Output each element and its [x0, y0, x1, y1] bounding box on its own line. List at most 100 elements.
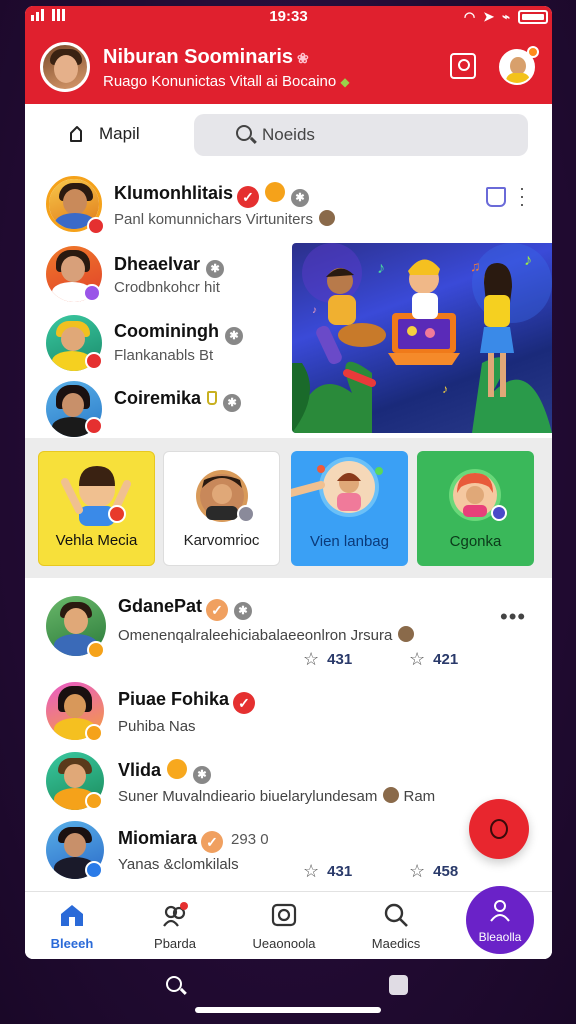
category-tile[interactable]: Cgonka — [417, 451, 534, 566]
party-illustration: ♪ ♫ ♪ ♪ ♪ — [292, 243, 552, 433]
status-bar: 19:33 ◠ ➤ ⌁ — [25, 6, 552, 28]
feed-text: Suner Muvalndieario biuelarylundesam — [118, 788, 378, 805]
status-badge — [85, 724, 103, 742]
flower-icon: ❀ — [297, 50, 309, 66]
story-name: Klumonhlitais — [114, 183, 234, 203]
star-icon: ☆ — [409, 649, 426, 669]
settings-icon: ✱ — [193, 766, 212, 784]
notification-badge — [527, 46, 539, 58]
battery-icon — [518, 10, 548, 24]
verified-icon: ✓ — [206, 599, 229, 621]
story-name: Coominingh — [114, 321, 219, 341]
settings-icon: ✱ — [206, 260, 225, 278]
share-count[interactable]: ☆ 421 — [409, 649, 458, 670]
feed-author: Miomiara — [118, 828, 198, 848]
tile-label: Karvomrioc — [183, 532, 260, 549]
search-icon — [236, 125, 252, 141]
profile-avatar[interactable] — [40, 42, 90, 92]
leaf-icon: ◆ — [340, 75, 350, 89]
svg-text:♪: ♪ — [442, 382, 448, 396]
app-header: 19:33 ◠ ➤ ⌁ Niburan Soominaris ❀ Ruago Ko… — [25, 6, 552, 104]
svg-text:♪: ♪ — [377, 260, 385, 277]
star-icon: ☆ — [409, 861, 426, 881]
settings-icon: ✱ — [224, 327, 243, 345]
header-title: Niburan Soominaris ❀ — [103, 46, 309, 68]
svg-text:♪: ♪ — [312, 305, 317, 316]
verified-icon: ✓ — [237, 186, 260, 208]
share-count[interactable]: ☆ 458 — [409, 861, 458, 882]
status-badge — [85, 861, 103, 879]
avatar-mini — [383, 787, 400, 803]
avatar-illustration — [449, 469, 507, 521]
tile-label: Cgonka — [449, 533, 502, 550]
star-icon: ☆ — [303, 649, 320, 669]
story-name: Dheaelvar — [114, 254, 201, 274]
app-screen: 19:33 ◠ ➤ ⌁ Niburan Soominaris ❀ Ruago Ko… — [25, 6, 552, 959]
feed-author: Piuae Fohika — [118, 689, 230, 709]
status-badge — [85, 352, 103, 370]
home-icon — [61, 905, 83, 926]
status-badge — [85, 417, 103, 435]
verified-icon: ✓ — [233, 692, 256, 714]
tile-label: Vien lanbag — [310, 533, 389, 550]
avatar-illustration — [61, 466, 131, 526]
feed-text: Omenenqalraleehiciabalaeeonlron Jrsura — [118, 627, 393, 644]
feed-author: GdanePat — [118, 596, 203, 616]
tab-profile[interactable]: Bleaolla — [466, 886, 534, 954]
status-badge — [87, 641, 105, 659]
star-icon — [167, 759, 188, 779]
status-badge — [83, 284, 101, 302]
app-switcher-icon[interactable] — [389, 975, 408, 995]
settings-icon: ✱ — [291, 189, 310, 207]
star-icon — [265, 182, 286, 202]
category-tile[interactable]: Karvomrioc — [163, 451, 280, 566]
feed-text: Puhiba Nas — [118, 718, 196, 735]
network-icon: ⌁ — [502, 9, 510, 24]
bookmark-icon[interactable] — [450, 53, 476, 79]
cup-icon[interactable] — [486, 187, 506, 207]
avatar-mini — [398, 626, 415, 642]
feed-author: Vlida — [118, 760, 162, 780]
featured-banner[interactable]: ♪ ♫ ♪ ♪ ♪ — [292, 243, 552, 433]
camera-icon — [271, 903, 297, 927]
tab-people[interactable]: Pbarda — [130, 902, 220, 951]
story-subtitle: Panl komunnichars Virtuniters — [114, 211, 313, 228]
map-button[interactable]: Mapil — [69, 120, 140, 148]
status-badge — [87, 217, 105, 235]
tab-home[interactable]: Bleeeh — [27, 902, 117, 951]
people-icon — [163, 902, 188, 927]
category-tile[interactable]: Vehla Mecia — [38, 451, 155, 566]
status-badge — [85, 792, 103, 810]
star-icon: ☆ — [303, 861, 320, 881]
avatar-illustration — [291, 457, 383, 517]
home-indicator[interactable] — [195, 1007, 381, 1013]
settings-icon: ✱ — [234, 602, 253, 620]
tile-label: Vehla Mecia — [55, 532, 138, 549]
story-name: Coiremika — [114, 388, 202, 408]
search-icon — [384, 903, 408, 927]
feed-text: Yanas &clomkilals — [118, 856, 239, 873]
header-subtitle: Ruago Konunictas Vitall ai Bocaino ◆ — [103, 73, 350, 90]
svg-text:♫: ♫ — [470, 258, 481, 274]
svg-text:♪: ♪ — [524, 252, 532, 269]
like-count[interactable]: ☆ 431 — [303, 861, 352, 882]
category-tile[interactable]: Vien lanbag — [291, 451, 408, 566]
search-icon[interactable] — [166, 976, 182, 992]
tab-camera[interactable]: Ueaonoola — [239, 902, 329, 951]
like-count[interactable]: ☆ 431 — [303, 649, 352, 670]
more-options-icon[interactable]: · · · — [519, 179, 525, 213]
cup-icon — [207, 391, 218, 405]
settings-icon: ✱ — [223, 394, 242, 412]
story-subtitle: Flankanabls Bt — [114, 347, 214, 364]
more-options-icon[interactable]: ••• — [500, 604, 526, 630]
profile-icon — [490, 900, 510, 922]
compose-button[interactable] — [469, 799, 529, 859]
wifi-icon: ◠ — [463, 9, 476, 24]
search-input[interactable]: Noeids — [194, 114, 528, 156]
map-icon — [70, 126, 82, 142]
tab-search[interactable]: Maedics — [351, 902, 441, 951]
verified-icon: ✓ — [201, 831, 224, 853]
search-placeholder: Noeids — [262, 125, 315, 144]
feed-date: 293 0 — [231, 831, 269, 848]
story-subtitle: Crodbnkohcr hit — [114, 279, 220, 296]
